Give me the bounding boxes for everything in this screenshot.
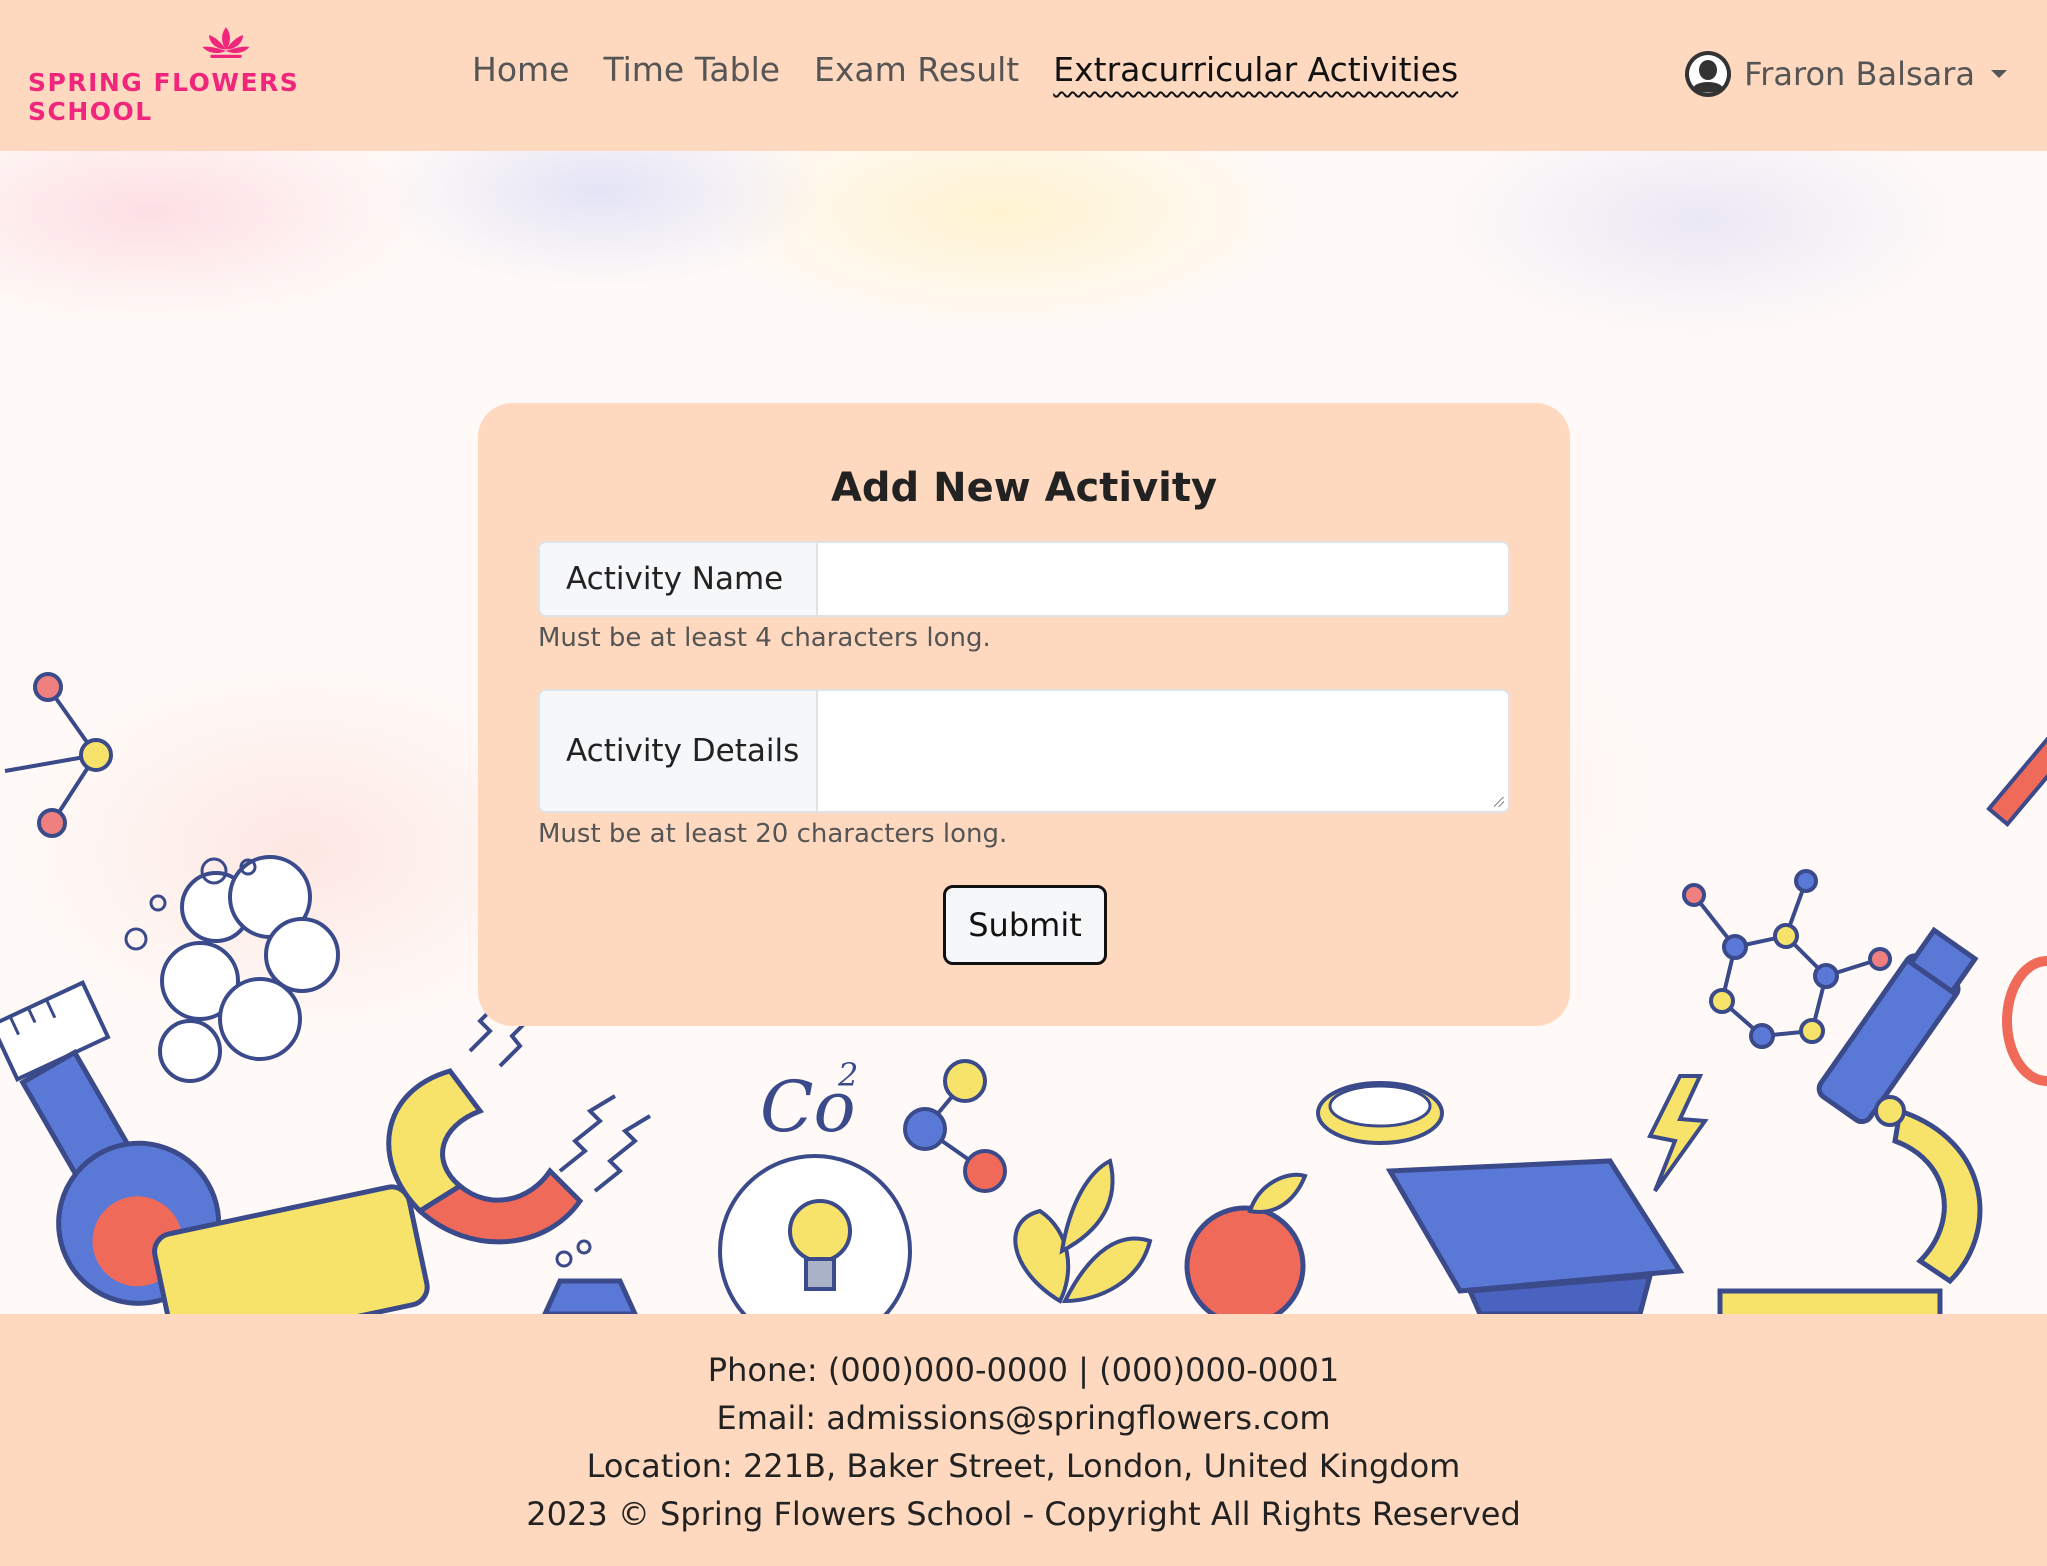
form-title: Add New Activity [830,465,1218,511]
nav-links: Home Time Table Exam Result Extracurricu… [472,50,1458,89]
resize-grip-icon[interactable] [1494,797,1504,807]
nav-time-table[interactable]: Time Table [603,50,780,89]
submit-button[interactable]: Submit [943,885,1107,965]
lotus-icon [201,27,250,59]
footer: Phone: (000)000-0000 | (000)000-0001 Ema… [0,1314,2047,1566]
activity-details-textarea[interactable] [818,691,1508,811]
chevron-down-icon [1991,70,2007,78]
activity-details-input-group: Activity Details [538,689,1510,813]
footer-location: Location: 221B, Baker Street, London, Un… [586,1447,1461,1485]
activity-name-label: Activity Name [540,543,818,615]
user-menu[interactable]: Fraron Balsara [1684,50,2007,98]
user-name: Fraron Balsara [1744,55,1975,93]
activity-name-input[interactable] [818,543,1508,615]
navbar: SPRING FLOWERS SCHOOL Home Time Table Ex… [0,0,2047,151]
brand-logo[interactable]: SPRING FLOWERS SCHOOL [28,26,423,126]
nav-exam-result[interactable]: Exam Result [814,50,1019,89]
activity-name-input-group: Activity Name [538,541,1510,617]
add-activity-form: Add New Activity Activity Name Must be a… [478,403,1570,1026]
nav-home[interactable]: Home [472,50,569,89]
activity-details-label: Activity Details [540,691,818,811]
activity-details-hint: Must be at least 20 characters long. [538,819,1008,849]
background-illustration: Co 2 Add New Activity Activity Name Must… [0,151,2047,1314]
footer-copyright: 2023 © Spring Flowers School - Copyright… [526,1495,1521,1533]
footer-phone: Phone: (000)000-0000 | (000)000-0001 [707,1351,1340,1389]
footer-email: Email: admissions@springflowers.com [716,1399,1331,1437]
activity-name-hint: Must be at least 4 characters long. [538,623,991,653]
nav-extracurricular-activities[interactable]: Extracurricular Activities [1053,50,1458,89]
svg-text:2: 2 [837,1056,858,1094]
brand-name: SPRING FLOWERS SCHOOL [28,68,300,126]
user-circle-icon [1685,51,1732,97]
